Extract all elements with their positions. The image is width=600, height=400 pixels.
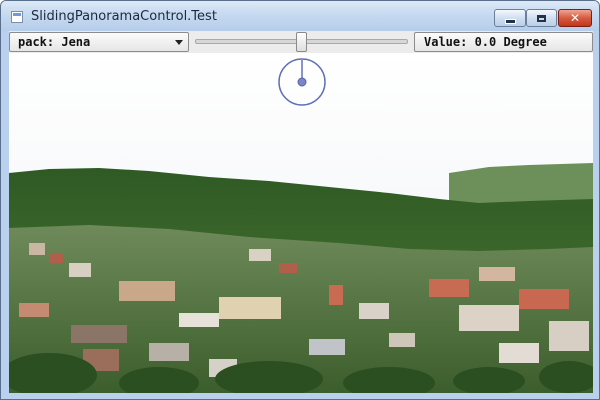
chevron-down-icon bbox=[175, 40, 183, 45]
close-button[interactable]: ✕ bbox=[558, 9, 592, 27]
app-window: SlidingPanoramaControl.Test ✕ pack: Jena… bbox=[0, 0, 600, 400]
pack-dropdown-label: pack: Jena bbox=[18, 35, 91, 49]
title-bar[interactable]: SlidingPanoramaControl.Test ✕ bbox=[1, 1, 599, 31]
pack-dropdown[interactable]: pack: Jena bbox=[9, 32, 189, 52]
minimize-icon bbox=[504, 18, 516, 24]
app-window-icon bbox=[11, 11, 23, 23]
window-title: SlidingPanoramaControl.Test bbox=[31, 9, 217, 24]
heading-slider[interactable] bbox=[195, 32, 408, 52]
panorama-view[interactable] bbox=[9, 53, 593, 393]
close-icon: ✕ bbox=[569, 11, 581, 25]
minimize-button[interactable] bbox=[494, 9, 526, 27]
value-display: Value: 0.0 Degree bbox=[414, 32, 593, 52]
value-label: Value: 0.0 Degree bbox=[424, 35, 547, 49]
compass-dial-icon[interactable] bbox=[277, 57, 327, 107]
slider-thumb[interactable] bbox=[296, 32, 307, 52]
toolbar: pack: Jena Value: 0.0 Degree bbox=[9, 31, 593, 53]
client-area: pack: Jena Value: 0.0 Degree bbox=[9, 31, 593, 393]
maximize-icon bbox=[537, 14, 546, 22]
maximize-button[interactable] bbox=[526, 9, 557, 27]
